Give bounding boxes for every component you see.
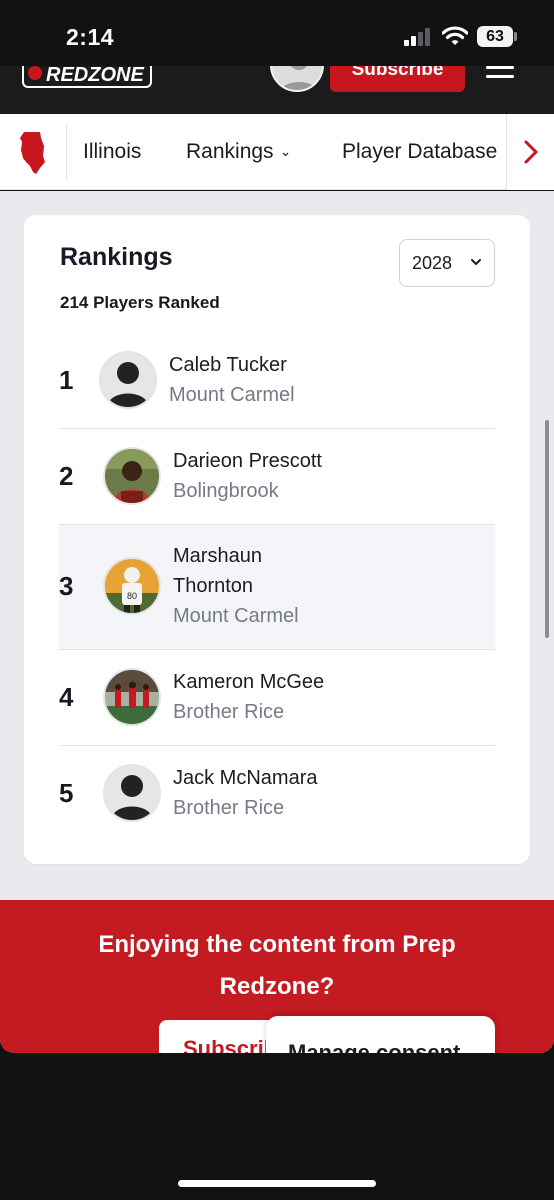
chevron-right-icon (524, 140, 538, 164)
svg-text:80: 80 (127, 591, 137, 601)
player-school: Brother Rice (173, 701, 285, 723)
logo-mark-icon (28, 66, 42, 80)
ranking-row[interactable]: 5 Jack McNamara Brother Rice (59, 746, 495, 842)
nav-divider (66, 124, 67, 180)
nav-scroll-right-button[interactable] (506, 114, 554, 190)
player-photo (103, 447, 161, 505)
player-photo-image (105, 449, 159, 503)
rankings-title: Rankings (60, 243, 173, 271)
player-name[interactable]: Jack McNamara (173, 763, 317, 793)
player-photo (103, 668, 161, 726)
player-name[interactable]: Kameron McGee (173, 667, 324, 697)
nav-item-rankings-label: Rankings (186, 140, 274, 163)
site-header: REDZONE Subscribe (0, 66, 554, 114)
ranking-row[interactable]: 4 Kameron McGee Brother Rice (59, 650, 495, 746)
nav-item-player-database[interactable]: Player Database (342, 140, 508, 164)
player-silhouette-icon (105, 766, 159, 820)
scrollbar-thumb[interactable] (545, 420, 549, 638)
rank-number: 3 (59, 571, 74, 601)
chevron-down-icon: ⌄ (279, 143, 292, 159)
wifi-icon (442, 26, 468, 45)
user-avatar[interactable] (270, 66, 324, 92)
class-year-value: 2028 (412, 253, 453, 273)
player-name[interactable]: Caleb Tucker (169, 350, 287, 380)
rank-number: 2 (59, 461, 74, 491)
nav-item-illinois[interactable]: Illinois (83, 140, 141, 164)
chevron-down-icon (471, 259, 481, 265)
player-avatar-placeholder (99, 351, 157, 409)
rank-number: 5 (59, 778, 74, 808)
status-time: 2:14 (66, 24, 115, 50)
player-name[interactable]: Darieon Prescott (173, 446, 322, 476)
home-indicator[interactable] (178, 1180, 376, 1187)
players-ranked-count: 214 Players Ranked (60, 293, 220, 312)
battery-indicator: 63 (477, 26, 513, 47)
battery-tip (514, 32, 517, 41)
promo-text: Enjoying the content from Prep Redzone? (98, 931, 456, 1000)
player-school: Bolingbrook (173, 480, 279, 502)
subscribe-promo-banner: Enjoying the content from Prep Redzone? … (0, 900, 554, 1053)
header-subscribe-button[interactable]: Subscribe (330, 66, 465, 92)
rank-number: 4 (59, 682, 74, 712)
illinois-state-icon (20, 132, 45, 174)
cellular-signal-icon (404, 28, 434, 46)
logo-text: REDZONE (46, 66, 144, 86)
manage-consent-button[interactable]: Manage consent (266, 1016, 495, 1053)
state-nav-bar: Illinois Rankings ⌄ Player Database (0, 114, 554, 190)
player-photo-image: 80 (105, 559, 159, 613)
player-school: Mount Carmel (169, 384, 295, 406)
player-name[interactable]: Marshaun Thornton (173, 541, 323, 601)
hamburger-menu-icon[interactable] (486, 66, 514, 82)
redzone-logo[interactable]: REDZONE (22, 66, 152, 88)
player-photo-image (105, 670, 159, 724)
player-avatar-placeholder (103, 764, 161, 822)
nav-item-rankings[interactable]: Rankings ⌄ (186, 140, 291, 164)
rankings-card: Rankings 214 Players Ranked 2028 1 Caleb… (24, 215, 530, 864)
rank-number: 1 (59, 365, 74, 395)
player-school: Brother Rice (173, 797, 285, 819)
ranking-row[interactable]: 3 80 Marshaun Thornton Mount Carmel (59, 525, 495, 650)
player-school: Mount Carmel (173, 605, 299, 627)
status-bar: 2:14 63 (0, 0, 554, 66)
class-year-select[interactable]: 2028 (399, 239, 495, 287)
ranking-row[interactable]: 1 Caleb Tucker Mount Carmel (59, 333, 495, 429)
user-silhouette-icon (280, 66, 318, 90)
player-silhouette-icon (101, 353, 155, 407)
ranking-row[interactable]: 2 Darieon Prescott Bolingbrook (59, 429, 495, 525)
player-photo: 80 (103, 557, 161, 615)
